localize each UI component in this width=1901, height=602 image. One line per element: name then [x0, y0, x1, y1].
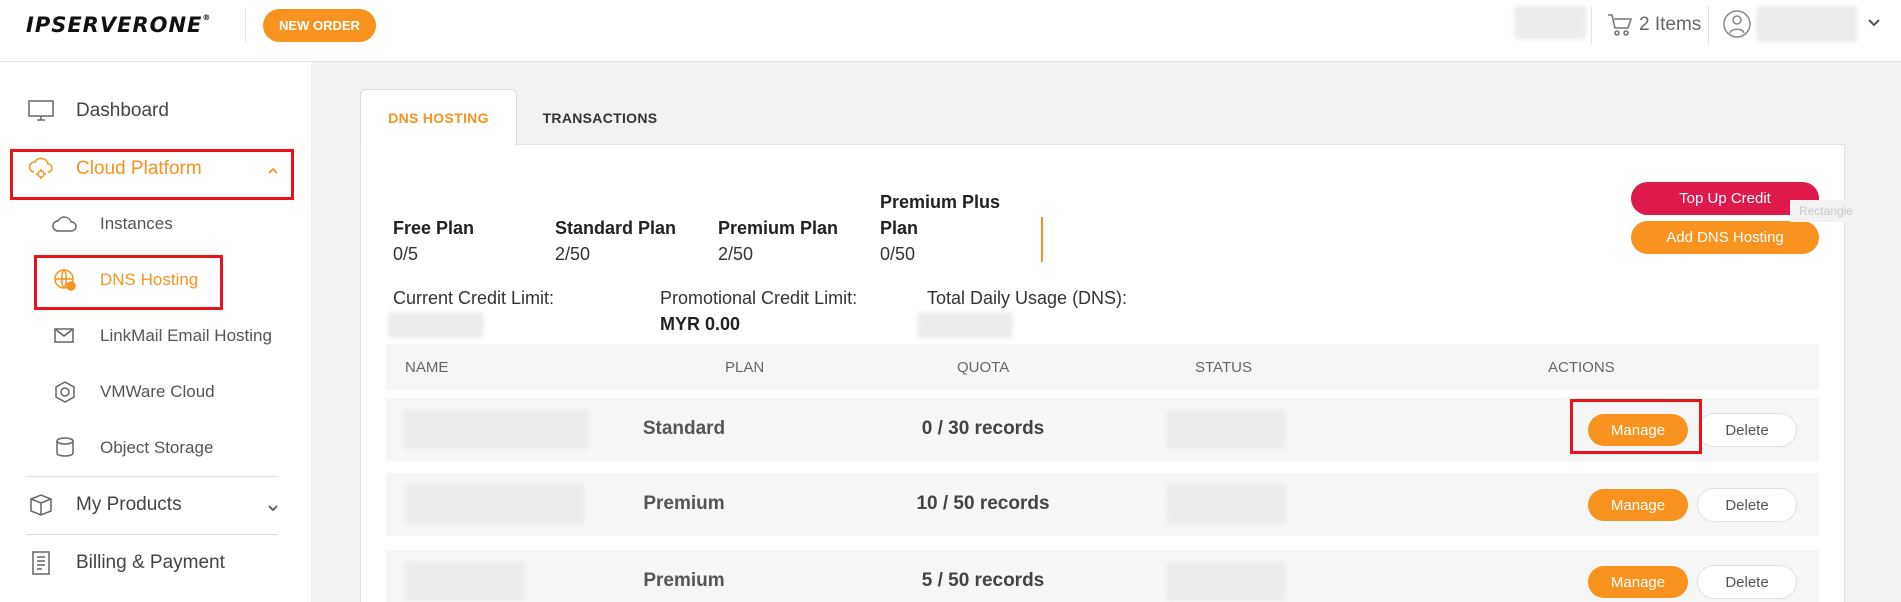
chevron-down-icon[interactable]	[266, 501, 280, 515]
cart-icon	[1608, 14, 1633, 36]
sidebar-item-instances[interactable]: Instances	[52, 208, 173, 240]
redacted-domain-name	[405, 561, 525, 601]
current-credit-label: Current Credit Limit:	[393, 288, 555, 308]
plan-free-label: Free Plan	[393, 218, 475, 238]
column-header-plan: PLAN	[725, 359, 765, 376]
plan-premium-plus-value: 0/50	[880, 244, 916, 264]
receipt-icon	[26, 548, 56, 578]
brand-logo[interactable]: IPSERVERONE®	[26, 13, 216, 37]
row-quota: 10 / 50 records	[916, 493, 1050, 514]
redacted-domain-name	[405, 484, 585, 524]
plan-standard-label: Standard Plan	[555, 218, 677, 238]
sidebar-item-label: Object Storage	[100, 438, 214, 457]
logo-mark: ®	[202, 13, 212, 22]
sidebar-item-object-storage[interactable]: Object Storage	[52, 432, 213, 464]
cart-count: 2 Items	[1639, 14, 1702, 35]
logo-text: IPSERVERONE	[26, 13, 203, 37]
plan-premium-label: Premium Plan	[718, 218, 839, 238]
sidebar-item-label: My Products	[76, 494, 182, 515]
sidebar-item-linkmail[interactable]: LinkMail Email Hosting	[52, 320, 272, 352]
sidebar-divider	[26, 534, 278, 535]
header-divider	[245, 8, 246, 42]
promo-credit-label: Promotional Credit Limit:	[660, 288, 858, 308]
plan-premium-value: 2/50	[718, 244, 754, 264]
sidebar-item-dashboard[interactable]: Dashboard	[26, 91, 169, 131]
new-order-button[interactable]: NEW ORDER	[263, 9, 376, 42]
redacted-current-credit	[388, 312, 483, 338]
highlight-box-manage	[1570, 399, 1702, 454]
sidebar-item-billing[interactable]: Billing & Payment	[26, 543, 225, 583]
row-quota: 0 / 30 records	[921, 418, 1045, 439]
redacted-status	[1166, 409, 1286, 449]
sidebar-item-label: Dashboard	[76, 100, 169, 121]
table-row: Premium 10 / 50 records Manage Delete	[386, 473, 1819, 536]
top-header: IPSERVERONE® NEW ORDER 2 Items	[0, 0, 1901, 62]
sidebar-item-label: VMWare Cloud	[100, 382, 215, 401]
column-header-actions: ACTIONS	[1548, 359, 1615, 376]
cart-link[interactable]: 2 Items	[1607, 8, 1701, 42]
mail-icon	[52, 323, 78, 349]
column-header-name: NAME	[405, 359, 449, 376]
monitor-icon	[26, 96, 56, 126]
sidebar-item-vmware-cloud[interactable]: VMWare Cloud	[52, 376, 215, 408]
column-header-quota: QUOTA	[957, 359, 1010, 376]
column-header-status: STATUS	[1195, 359, 1252, 376]
redacted-username[interactable]	[1757, 6, 1857, 42]
ghost-rectangle-label: Rectangle	[1790, 200, 1862, 222]
box-icon	[26, 490, 56, 520]
plan-premium-plus-label: Premium Plus	[880, 192, 1001, 212]
cloud-hex-icon	[52, 379, 78, 405]
sidebar-item-my-products[interactable]: My Products	[26, 485, 182, 525]
redacted-status	[1166, 484, 1286, 524]
highlight-box-dns-hosting	[34, 255, 223, 310]
storage-icon	[52, 435, 78, 461]
tab-dns-hosting[interactable]: DNS HOSTING	[360, 89, 517, 146]
header-divider	[1591, 6, 1592, 44]
manage-button[interactable]: Manage	[1588, 566, 1688, 598]
redacted-domain-name	[403, 409, 589, 449]
sidebar-divider	[26, 476, 278, 477]
highlight-box-cloud-platform	[10, 149, 294, 200]
delete-button[interactable]: Delete	[1697, 488, 1797, 522]
sidebar-item-label: Billing & Payment	[76, 552, 225, 573]
daily-usage-label: Total Daily Usage (DNS):	[927, 288, 1128, 308]
user-avatar-icon[interactable]	[1722, 9, 1752, 39]
sidebar-item-label: LinkMail Email Hosting	[100, 326, 272, 345]
row-plan: Premium	[643, 570, 725, 591]
plan-standard-value: 2/50	[555, 244, 591, 264]
table-row: Premium 5 / 50 records Manage Delete	[386, 550, 1819, 602]
promo-credit-value: MYR 0.00	[660, 314, 741, 334]
table-header: NAME PLAN QUOTA STATUS ACTIONS	[386, 344, 1819, 390]
plan-free-value: 0/5	[393, 244, 419, 264]
add-dns-hosting-button[interactable]: Add DNS Hosting	[1631, 221, 1819, 254]
redacted-header-field	[1514, 6, 1586, 39]
manage-button[interactable]: Manage	[1588, 489, 1688, 521]
delete-button[interactable]: Delete	[1697, 413, 1797, 447]
plan-divider	[1041, 217, 1043, 262]
row-plan: Standard	[642, 418, 726, 439]
cloud-icon	[52, 211, 78, 237]
plan-premium-plus-label-line2: Plan	[880, 218, 919, 238]
header-divider	[1708, 6, 1709, 44]
sidebar-item-label: Instances	[100, 214, 173, 233]
redacted-status	[1166, 561, 1286, 601]
redacted-daily-usage	[918, 312, 1013, 338]
chevron-down-icon[interactable]	[1866, 14, 1882, 30]
row-quota: 5 / 50 records	[921, 570, 1045, 591]
tab-transactions[interactable]: TRANSACTIONS	[520, 89, 680, 146]
delete-button[interactable]: Delete	[1697, 565, 1797, 599]
row-plan: Premium	[643, 493, 725, 514]
